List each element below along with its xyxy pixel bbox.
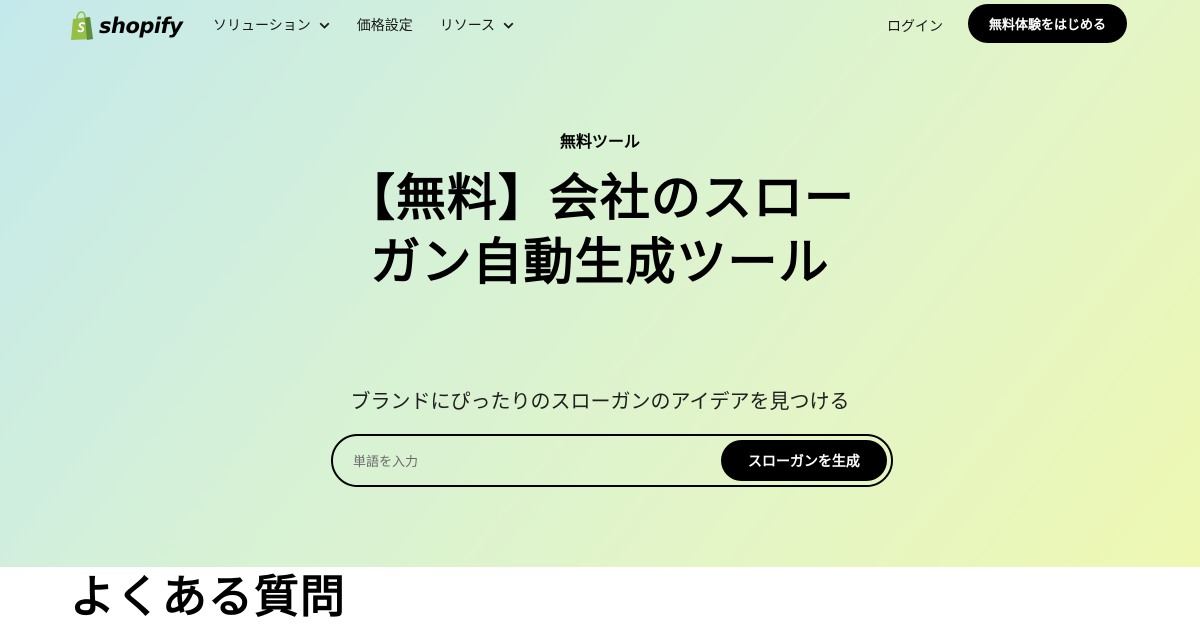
page-title: 【無料】会社のスローガン自動生成ツール (345, 169, 855, 291)
slogan-form: スローガンを生成 (331, 434, 893, 487)
chevron-down-icon (319, 22, 330, 29)
main-nav: ソリューション 価格設定 リソース (213, 15, 541, 35)
logo-wordmark: shopify (99, 14, 183, 38)
faq-heading: よくある質問 (70, 570, 347, 623)
hero-section: shopify ソリューション 価格設定 リソース ログイン 無料体験をはじめる… (0, 0, 1200, 567)
login-link[interactable]: ログイン (887, 16, 943, 36)
page-subtitle: ブランドにぴったりのスローガンのアイデアを見つける (350, 389, 850, 413)
nav-item-label: ソリューション (213, 18, 311, 34)
eyebrow-label: 無料ツール (559, 132, 640, 151)
nav-item-solutions[interactable]: ソリューション (213, 15, 330, 35)
nav-item-label: リソース (439, 18, 496, 34)
keyword-input[interactable] (351, 448, 715, 476)
shopping-bag-icon (71, 11, 93, 40)
nav-item-pricing[interactable]: 価格設定 (357, 15, 413, 35)
shopify-logo[interactable]: shopify (70, 10, 183, 42)
chevron-down-icon (503, 22, 514, 29)
start-free-trial-button[interactable]: 無料体験をはじめる (968, 4, 1127, 43)
generate-slogan-button[interactable]: スローガンを生成 (721, 440, 887, 481)
nav-item-resources[interactable]: リソース (440, 15, 514, 35)
nav-item-label: 価格設定 (356, 18, 413, 34)
